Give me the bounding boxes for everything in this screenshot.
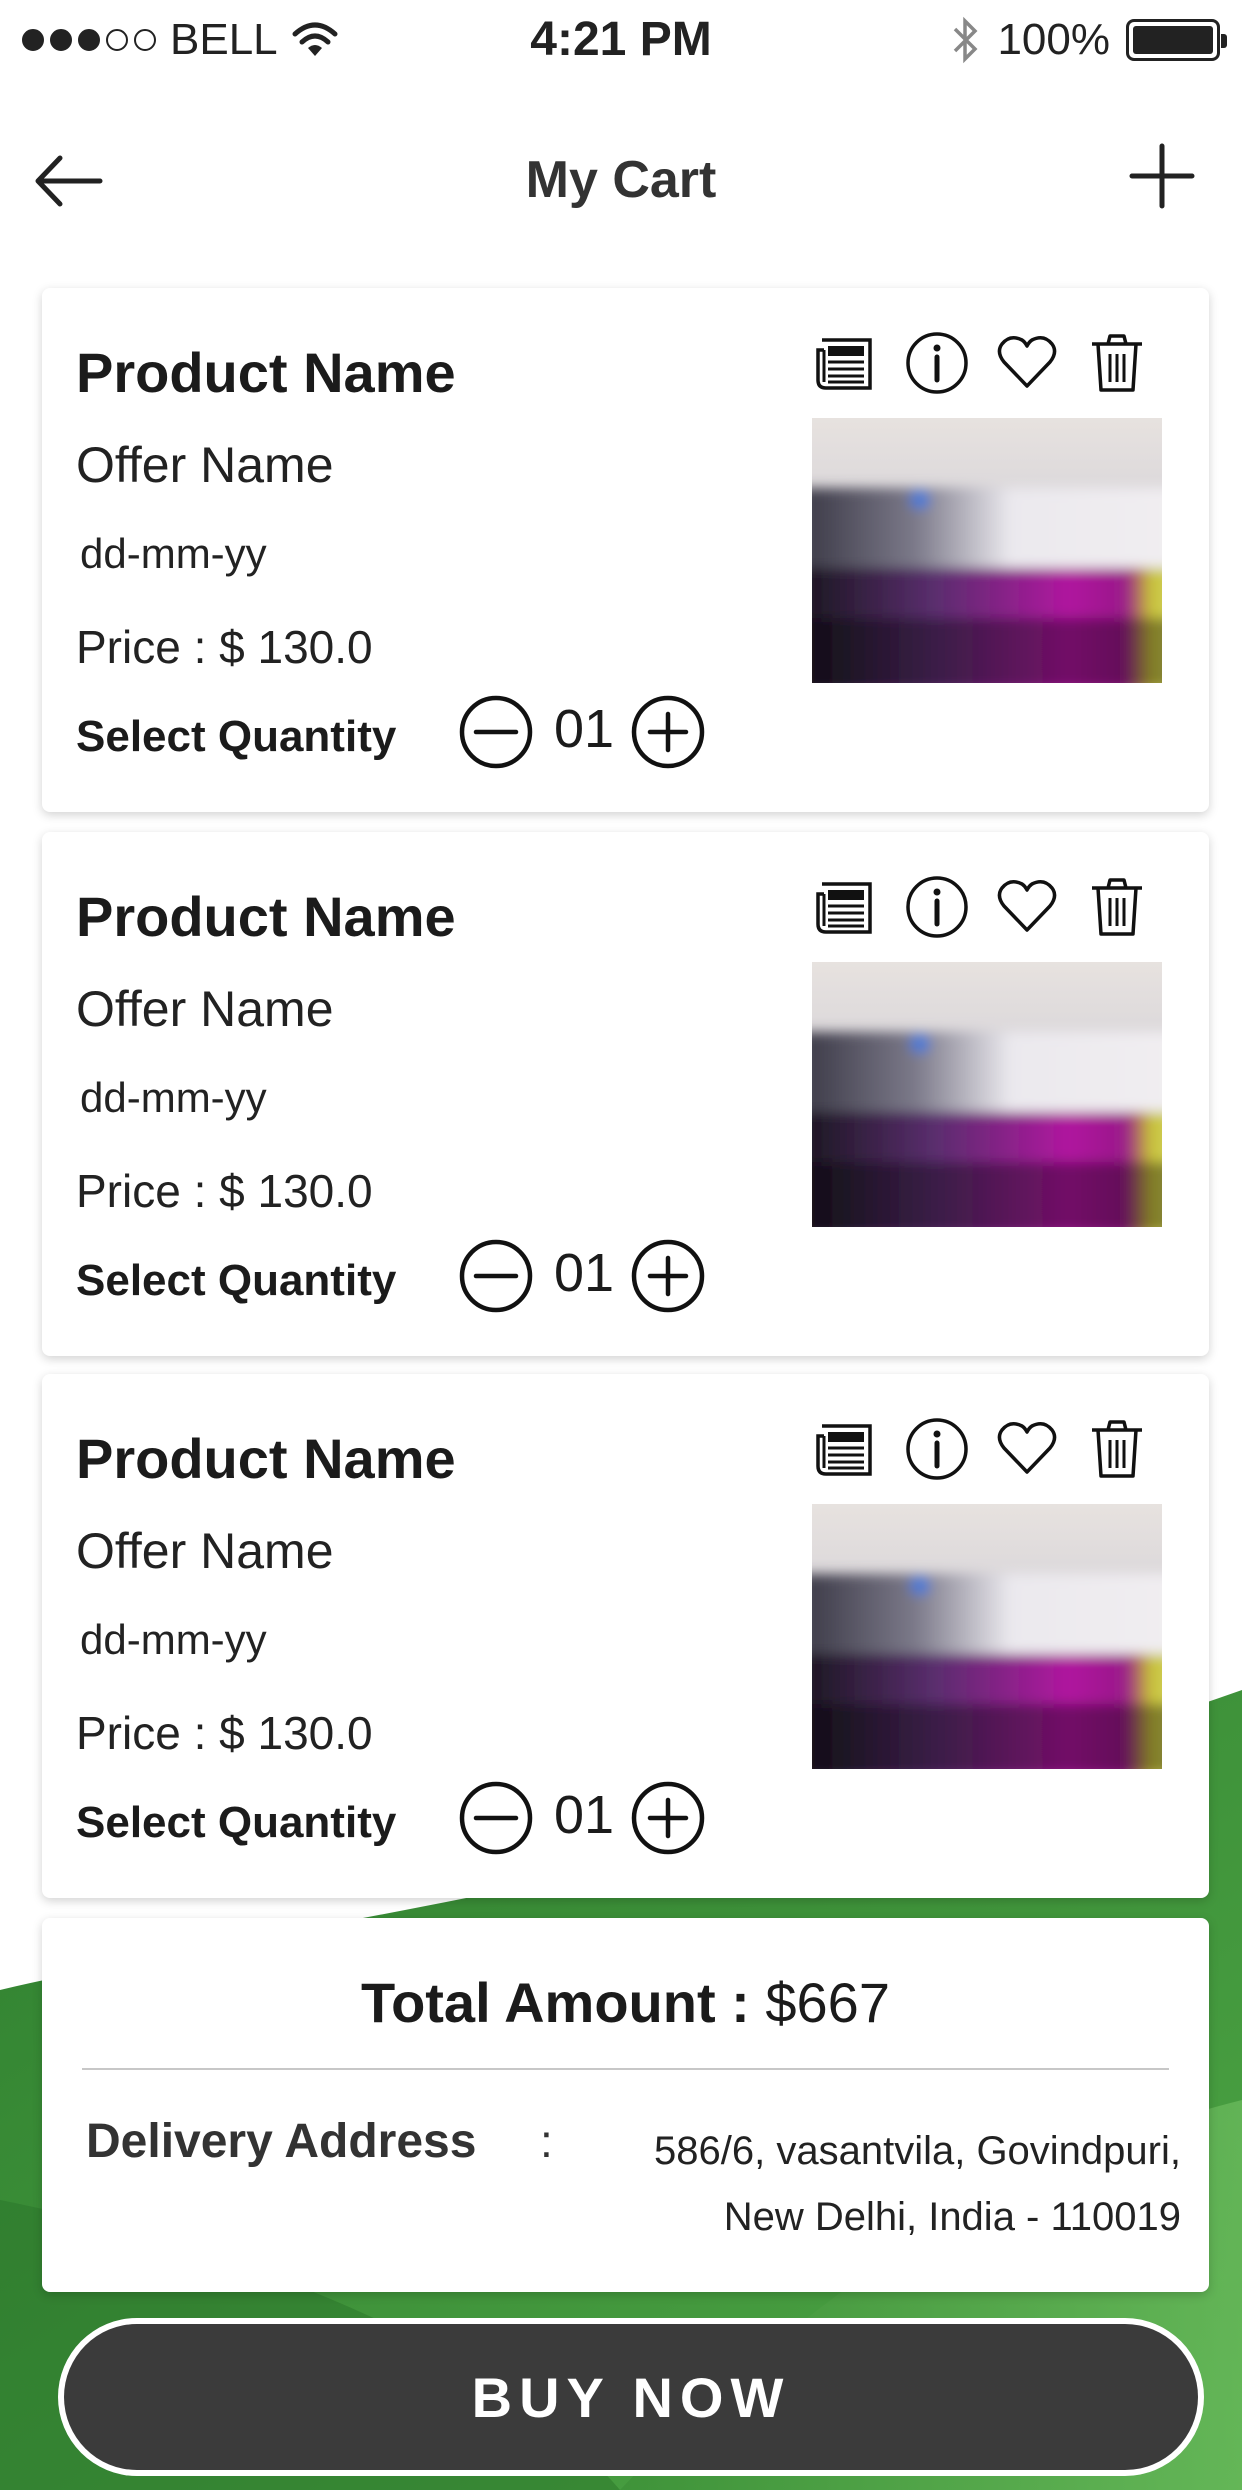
delivery-address-label: Delivery Address (86, 2115, 477, 2168)
cart-item-card: Product Name Offer Name dd-mm-yy Price :… (42, 1374, 1209, 1898)
trash-icon[interactable] (1084, 1416, 1150, 1482)
product-name: Product Name (76, 885, 456, 948)
product-image (812, 962, 1162, 1227)
item-price: Price : $ 130.0 (76, 621, 373, 673)
bluetooth-icon (954, 16, 978, 64)
trash-icon[interactable] (1084, 874, 1150, 940)
heart-icon[interactable] (994, 330, 1060, 396)
address-line-1: 586/6, vasantvila, Govindpuri, (654, 2129, 1181, 2173)
item-price: Price : $ 130.0 (76, 1707, 373, 1759)
quantity-label: Select Quantity (76, 1256, 397, 1305)
info-icon[interactable] (904, 330, 970, 396)
heart-icon[interactable] (994, 874, 1060, 940)
product-name: Product Name (76, 1427, 456, 1490)
item-date: dd-mm-yy (80, 1616, 267, 1663)
plus-circle-icon[interactable] (630, 1780, 706, 1856)
total-label: Total Amount : (361, 1971, 750, 2034)
cart-item-card: Product Name Offer Name dd-mm-yy Price :… (42, 832, 1209, 1356)
status-bar: BELL 4:21 PM 100% (0, 0, 1242, 80)
offer-name: Offer Name (76, 1523, 334, 1579)
address-line-2: New Delhi, India - 110019 (723, 2195, 1181, 2239)
minus-circle-icon[interactable] (458, 1238, 534, 1314)
quantity-value: 01 (554, 699, 615, 759)
battery-icon (1126, 19, 1227, 61)
offer-name: Offer Name (76, 437, 334, 493)
minus-circle-icon[interactable] (458, 694, 534, 770)
heart-icon[interactable] (994, 1416, 1060, 1482)
offer-name: Offer Name (76, 981, 334, 1037)
total-amount: Total Amount : $667 (42, 1970, 1209, 2035)
total-value: $667 (765, 1971, 890, 2034)
cart-item-card: Product Name Offer Name dd-mm-yy Price :… (42, 288, 1209, 812)
order-summary: Total Amount : $667 Delivery Address : 5… (42, 1918, 1209, 2292)
battery-percent: 100% (997, 15, 1110, 64)
trash-icon[interactable] (1084, 330, 1150, 396)
plus-icon[interactable] (1126, 140, 1198, 212)
info-icon[interactable] (904, 874, 970, 940)
quantity-value: 01 (554, 1243, 615, 1303)
item-date: dd-mm-yy (80, 1074, 267, 1121)
info-icon[interactable] (904, 1416, 970, 1482)
quantity-value: 01 (554, 1785, 615, 1845)
receipt-icon[interactable] (812, 330, 878, 396)
receipt-icon[interactable] (812, 874, 878, 940)
item-price: Price : $ 130.0 (76, 1165, 373, 1217)
quantity-label: Select Quantity (76, 1798, 397, 1847)
product-name: Product Name (76, 341, 456, 404)
product-image (812, 418, 1162, 683)
delivery-address: 586/6, vasantvila, Govindpuri, New Delhi… (541, 2118, 1181, 2250)
plus-circle-icon[interactable] (630, 694, 706, 770)
item-date: dd-mm-yy (80, 530, 267, 577)
header: My Cart (0, 120, 1242, 240)
minus-circle-icon[interactable] (458, 1780, 534, 1856)
divider (82, 2068, 1169, 2070)
page-title: My Cart (525, 151, 717, 209)
quantity-label: Select Quantity (76, 712, 397, 761)
buy-now-label: BUY NOW (64, 2324, 1198, 2470)
status-right: 100% (951, 14, 1227, 66)
receipt-icon[interactable] (812, 1416, 878, 1482)
buy-now-button[interactable]: BUY NOW (58, 2318, 1204, 2476)
product-image (812, 1504, 1162, 1769)
plus-circle-icon[interactable] (630, 1238, 706, 1314)
